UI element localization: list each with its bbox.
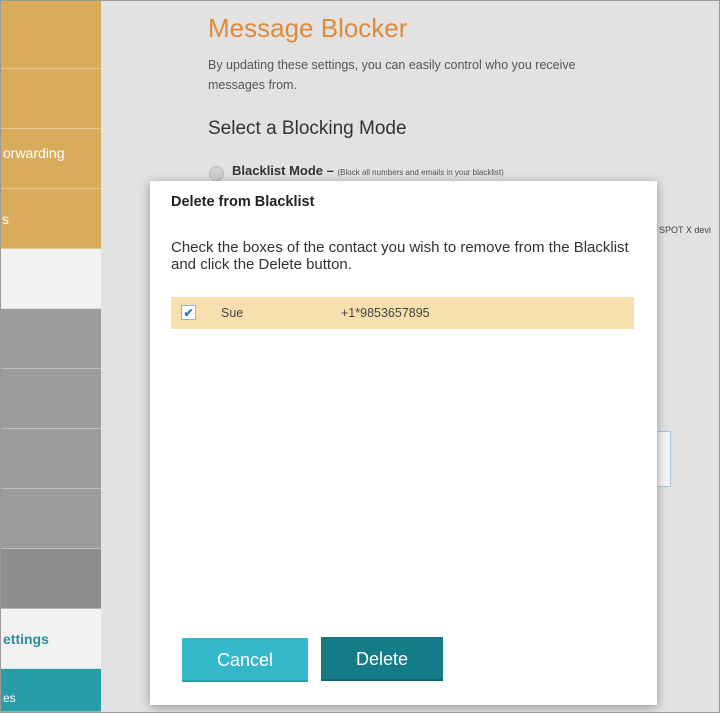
sidebar-item-label: es [3,691,16,705]
sidebar-item-1[interactable] [1,1,101,69]
sidebar-item-label: ettings [3,631,49,647]
blacklist-mode-hint: (Block all numbers and emails in your bl… [337,168,504,177]
sidebar-item-8[interactable] [1,429,101,489]
sidebar-item-label: s [2,211,9,227]
sidebar-item-label: orwarding [3,145,65,161]
app-frame: orwarding s ettings es Message Blocker B… [0,0,720,713]
sidebar: orwarding s ettings es [1,1,101,712]
delete-from-blacklist-dialog: Delete from Blacklist Check the boxes of… [150,181,657,705]
background-panel-edge [658,431,671,487]
sidebar-item-settings[interactable]: ettings [1,609,101,669]
sidebar-item-7[interactable] [1,369,101,429]
delete-button[interactable]: Delete [321,637,443,681]
dialog-instructions: Check the boxes of the contact you wish … [171,239,629,273]
sidebar-item-4[interactable]: s [1,189,101,249]
sidebar-item-12[interactable]: es [1,669,101,712]
sidebar-item-forwarding[interactable]: orwarding [1,129,101,189]
sidebar-item-9[interactable] [1,489,101,549]
contact-row[interactable]: ✔ Sue +1*9853657895 [171,297,634,329]
dialog-title: Delete from Blacklist [171,194,315,210]
section-title: Select a Blocking Mode [208,118,407,139]
blacklist-mode-radio[interactable] [209,166,224,181]
contact-checkbox[interactable]: ✔ [181,305,196,320]
sidebar-item-active[interactable] [1,549,101,609]
page-description: By updating these settings, you can easi… [208,58,576,92]
sidebar-item-6[interactable] [1,309,101,369]
checkmark-icon: ✔ [183,306,194,320]
page-title: Message Blocker [208,13,408,43]
contact-phone: +1*9853657895 [341,306,430,320]
blacklist-mode-title: Blacklist Mode – [232,163,334,178]
cancel-button[interactable]: Cancel [182,638,308,682]
sidebar-item-5[interactable] [1,249,101,309]
cut-off-option-text: SPOT X devi [659,225,711,235]
contact-name: Sue [221,306,244,320]
blacklist-mode-label: Blacklist Mode – (Block all numbers and … [232,163,504,178]
sidebar-item-2[interactable] [1,69,101,129]
